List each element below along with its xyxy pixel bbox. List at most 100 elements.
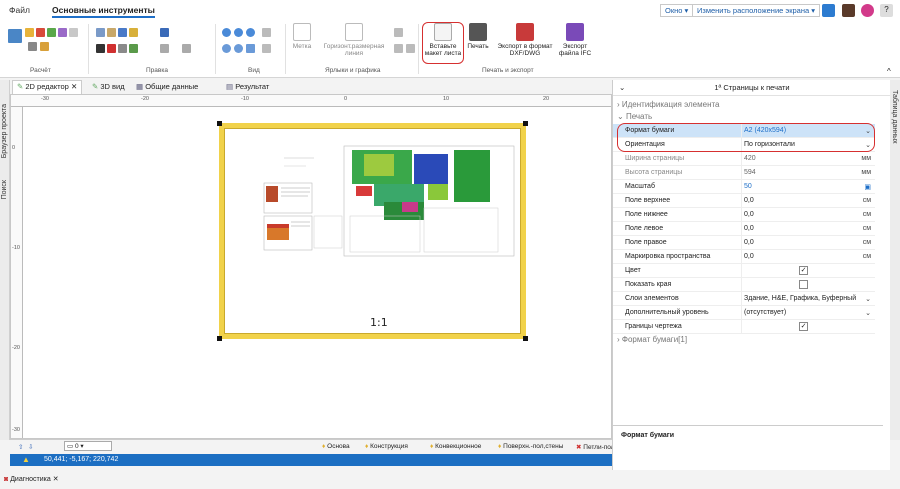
calc-icon-2[interactable] (36, 28, 45, 37)
layer-loops-floor[interactable]: ✖ Петли-пол (576, 443, 615, 451)
export-dxf-button[interactable]: Экспорт в формат DXF/DWG (494, 23, 556, 57)
property-row[interactable]: Поле правое 0,0 см (613, 236, 875, 250)
property-row[interactable]: Поле левое 0,0 см (613, 222, 875, 236)
display-icon[interactable] (262, 44, 271, 53)
graphics-icon[interactable] (406, 44, 415, 53)
paste-icon[interactable] (107, 28, 116, 37)
layer-surface-floor[interactable]: ♦ Поверхн.-пол,стены (498, 443, 563, 450)
property-checkbox[interactable]: ✓ (799, 266, 808, 275)
property-value[interactable]: 0,0 (744, 239, 754, 246)
cut-icon[interactable] (96, 44, 105, 53)
layer-convection[interactable]: ♦ Конвекционное (430, 443, 481, 450)
move-icon[interactable] (160, 28, 169, 37)
tab-2d-editor[interactable]: ✎ 2D редактор ✕ (12, 80, 83, 94)
close-icon[interactable]: ✕ (71, 82, 77, 91)
tab-result[interactable]: ▤ Результат (226, 82, 269, 91)
scale-edit-icon[interactable]: ▣ (864, 183, 871, 191)
drawing-canvas[interactable]: -30 -20 -10 0 10 20 0 -10 -20 -30 1:1 (10, 94, 612, 439)
folder-icon[interactable] (129, 28, 138, 37)
property-checkbox[interactable]: ✓ (799, 322, 808, 331)
section-print[interactable]: ⌄ Печать (613, 112, 883, 123)
align-icon[interactable] (160, 44, 169, 53)
zoom-in-icon[interactable] (222, 28, 231, 37)
calc-icon-6[interactable] (28, 42, 37, 51)
sheet-resize-handle[interactable] (523, 121, 528, 126)
label-button[interactable]: Метка (290, 23, 314, 50)
array-icon[interactable] (182, 44, 191, 53)
sheet-resize-handle[interactable] (217, 336, 222, 341)
window-layout-icon[interactable] (822, 4, 835, 17)
window-menu-button[interactable]: Окно ▾ (660, 4, 694, 17)
layout-menu-button[interactable]: Изменить расположение экрана ▾ (692, 4, 821, 17)
hatch-icon[interactable] (394, 44, 403, 53)
delete-icon[interactable] (107, 44, 116, 53)
calc-icon-1[interactable] (25, 28, 34, 37)
zoom-window-icon[interactable] (222, 44, 231, 53)
project-browser-tab[interactable]: Браузер проекта (1, 104, 8, 158)
undo-icon[interactable] (118, 28, 127, 37)
calc-icon-3[interactable] (47, 28, 56, 37)
tab-3d-view[interactable]: ✎ 3D вид (92, 82, 125, 91)
calc-icon-4[interactable] (58, 28, 67, 37)
property-row[interactable]: Дополнительный уровень (отсутствует) ⌄ (613, 306, 875, 320)
view-options-icon[interactable] (262, 28, 271, 37)
copy-icon[interactable] (96, 28, 105, 37)
calc-icon-5[interactable] (69, 28, 78, 37)
property-value[interactable]: 594 (744, 169, 756, 176)
property-checkbox[interactable] (799, 280, 808, 289)
help-icon[interactable]: ? (880, 4, 893, 17)
section-paper-format[interactable]: › Формат бумаги[1] (613, 335, 883, 346)
data-table-tab[interactable]: Таблица данных (891, 90, 898, 144)
property-row[interactable]: Маркировка пространства 0,0 см (613, 250, 875, 264)
dropdown-chevron-icon[interactable]: ⌄ (865, 295, 871, 303)
export-ifc-button[interactable]: Экспорт файла IFC (558, 23, 592, 57)
dropdown-chevron-icon[interactable]: ⌄ (865, 309, 871, 317)
dimension-line-button[interactable]: Горизонт.размерная линия (318, 23, 390, 57)
property-row[interactable]: Масштаб 50 ▣ (613, 180, 875, 194)
property-row[interactable]: Поле верхнее 0,0 см (613, 194, 875, 208)
calc-main-icon[interactable] (8, 29, 22, 43)
property-value[interactable]: 0,0 (744, 225, 754, 232)
property-value[interactable]: 50 (744, 183, 752, 190)
diagnostics-tab[interactable]: ◙ Диагностика ✕ (0, 474, 120, 486)
tab-general-data[interactable]: ▦ Общие данные (136, 82, 198, 91)
collapse-ribbon-icon[interactable]: ^ (887, 67, 891, 76)
property-row[interactable]: Высота страницы 594 мм (613, 166, 875, 180)
sheet-resize-handle[interactable] (217, 121, 222, 126)
menu-main-tools[interactable]: Основные инструменты (52, 5, 155, 18)
property-value[interactable]: 0,0 (744, 253, 754, 260)
text-icon[interactable] (394, 28, 403, 37)
chevron-down-icon[interactable]: ⌄ (619, 80, 625, 96)
settings-icon[interactable] (861, 4, 874, 17)
print-sheet[interactable]: 1:1 (219, 123, 526, 339)
section-identification[interactable]: › Идентификация элемента (613, 100, 883, 111)
floor-select[interactable]: ▭ 0 ▾ (64, 441, 112, 451)
toolbox-icon[interactable] (842, 4, 855, 17)
property-row[interactable]: Цвет ✓ (613, 264, 875, 278)
property-row[interactable]: Границы чертежа ✓ (613, 320, 875, 334)
rotate-icon[interactable] (129, 44, 138, 53)
print-button[interactable]: Печать (466, 23, 490, 50)
property-row[interactable]: Поле нижнее 0,0 см (613, 208, 875, 222)
zoom-fit-icon[interactable] (246, 28, 255, 37)
zoom-previous-icon[interactable] (234, 44, 243, 53)
warning-icon[interactable]: ▲ (22, 455, 30, 464)
floor-down-icon[interactable]: ⇩ (28, 443, 33, 451)
property-value[interactable]: (отсутствует) (744, 309, 786, 316)
floor-up-icon[interactable]: ⇧ (18, 443, 23, 451)
property-row[interactable]: Слои элементов Здание, H&E, Графика, Буфе… (613, 292, 875, 306)
search-tab[interactable]: Поиск (1, 180, 8, 199)
property-value[interactable]: 420 (744, 155, 756, 162)
layer-base[interactable]: ♦ Основа (322, 443, 350, 450)
sheet-resize-handle[interactable] (523, 336, 528, 341)
menu-file[interactable]: Файл (9, 5, 30, 15)
zoom-out-icon[interactable] (234, 28, 243, 37)
property-row[interactable]: Ширина страницы 420 мм (613, 152, 875, 166)
calc-icon-7[interactable] (40, 42, 49, 51)
property-value[interactable]: Здание, H&E, Графика, Буферный (744, 295, 856, 302)
layer-construction[interactable]: ♦ Конструкция (365, 443, 408, 450)
property-value[interactable]: 0,0 (744, 211, 754, 218)
property-row[interactable]: Показать края (613, 278, 875, 292)
pan-icon[interactable] (246, 44, 255, 53)
mirror-icon[interactable] (118, 44, 127, 53)
